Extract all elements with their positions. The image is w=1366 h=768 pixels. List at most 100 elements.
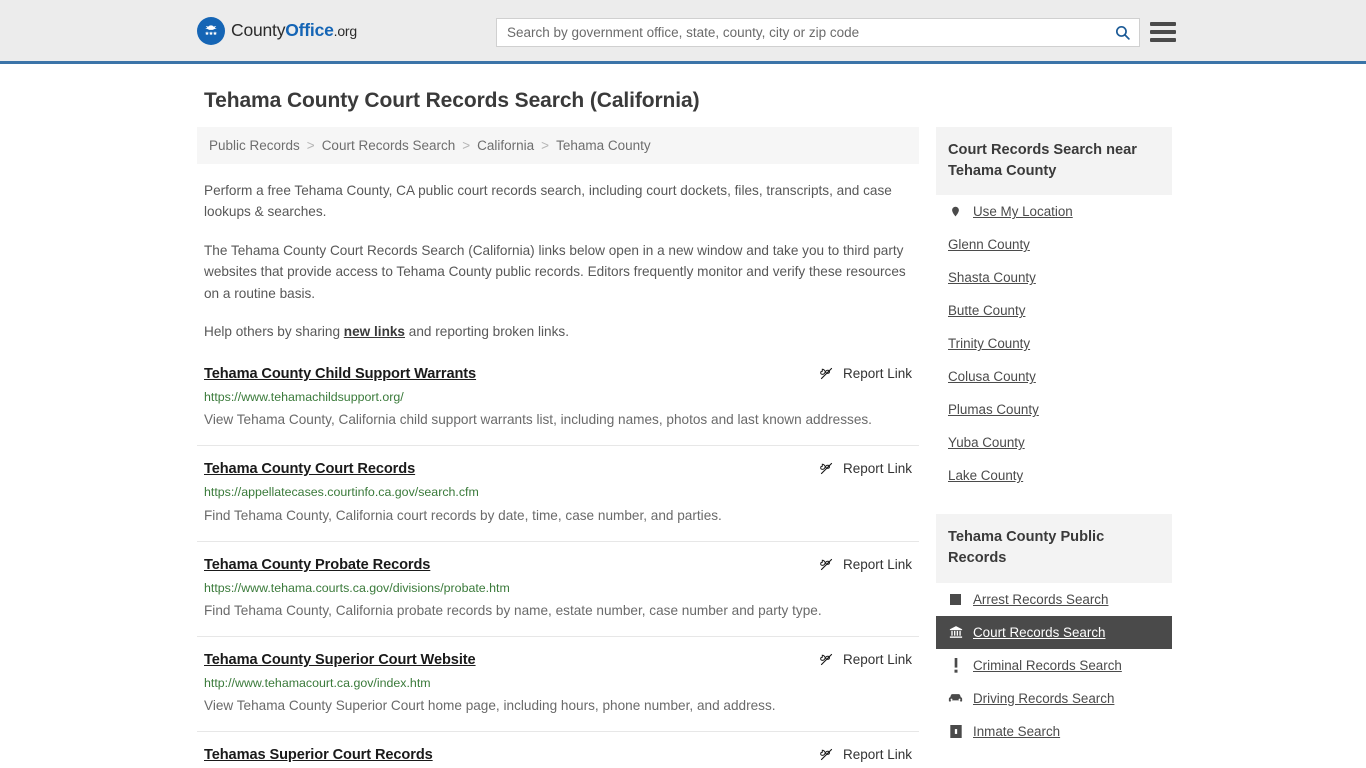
search-bar[interactable] (496, 18, 1140, 47)
sidebar-item-criminal-records-search[interactable]: Criminal Records Search (936, 649, 1172, 682)
report-link-button[interactable]: Report Link (819, 747, 912, 762)
sidebar-link-inmate-search[interactable]: Inmate Search (973, 724, 1060, 739)
logo-text-office: Office (285, 20, 333, 40)
breadcrumb-item-public-records[interactable]: Public Records (209, 138, 300, 153)
logo-text: CountyOffice.org (231, 20, 357, 41)
site-header: CountyOffice.org (0, 0, 1366, 64)
sidebar-item-driving-records-search[interactable]: Driving Records Search (936, 682, 1172, 715)
broken-link-icon (819, 366, 834, 381)
sidebar-link-shasta-county[interactable]: Shasta County (948, 270, 1036, 285)
public-records-panel-title: Tehama County Public Records (936, 514, 1172, 582)
sidebar-link-yuba-county[interactable]: Yuba County (948, 435, 1025, 450)
sidebar-link-criminal-records-search[interactable]: Criminal Records Search (973, 658, 1122, 673)
sidebar-link-lake-county[interactable]: Lake County (948, 468, 1023, 483)
sidebar-link-arrest-records-search[interactable]: Arrest Records Search (973, 592, 1108, 607)
result-header: Tehama County Probate Records Report Lin… (204, 556, 912, 574)
intro-paragraph-3: Help others by sharing new links and rep… (204, 321, 912, 342)
sidebar-item-arrest-records-search[interactable]: Arrest Records Search (936, 583, 1172, 616)
breadcrumb: Public Records > Court Records Search > … (197, 127, 919, 164)
intro-text: Perform a free Tehama County, CA public … (197, 180, 919, 343)
breadcrumb-separator: > (462, 138, 470, 153)
result-item: Tehama County Superior Court Website Rep… (197, 651, 919, 732)
result-url[interactable]: http://www.tehamacourt.ca.gov/index.htm (204, 675, 912, 691)
report-link-label: Report Link (843, 557, 912, 572)
report-link-button[interactable]: Report Link (819, 366, 912, 381)
sidebar-item-trinity-county[interactable]: Trinity County (936, 327, 1172, 360)
public-records-list: Arrest Records Search (936, 583, 1172, 748)
breadcrumb-item-california[interactable]: California (477, 138, 534, 153)
nearby-counties-panel: Court Records Search near Tehama County … (936, 127, 1172, 492)
sidebar-item-shasta-county[interactable]: Shasta County (936, 261, 1172, 294)
logo-text-county: County (231, 20, 285, 40)
map-pin-icon (948, 204, 963, 219)
sidebar-item-colusa-county[interactable]: Colusa County (936, 360, 1172, 393)
result-description: View Tehama County, California child sup… (204, 409, 912, 431)
sidebar-link-plumas-county[interactable]: Plumas County (948, 402, 1039, 417)
result-title-link[interactable]: Tehama County Probate Records (204, 556, 430, 574)
result-title-link[interactable]: Tehamas Superior Court Records (204, 746, 433, 764)
sidebar-link-court-records-search[interactable]: Court Records Search (973, 625, 1105, 640)
public-records-panel: Tehama County Public Records Arrest Reco… (936, 514, 1172, 747)
breadcrumb-item-court-records-search[interactable]: Court Records Search (322, 138, 456, 153)
jail-icon (948, 724, 963, 739)
report-link-button[interactable]: Report Link (819, 652, 912, 667)
main-column: Public Records > Court Records Search > … (197, 127, 919, 768)
breadcrumb-item-tehama-county[interactable]: Tehama County (556, 138, 651, 153)
intro-paragraph-1: Perform a free Tehama County, CA public … (204, 180, 912, 223)
site-logo[interactable]: CountyOffice.org (197, 17, 357, 45)
broken-link-icon (819, 461, 834, 476)
result-url[interactable]: https://www.tehamachildsupport.org/ (204, 389, 912, 405)
result-item: Tehama County Court Records Report Link (197, 460, 919, 541)
result-title-link[interactable]: Tehama County Child Support Warrants (204, 365, 476, 383)
sidebar-item-court-records-search[interactable]: Court Records Search (936, 616, 1172, 649)
search-input[interactable] (497, 19, 1105, 46)
hamburger-menu-icon[interactable] (1150, 19, 1176, 45)
breadcrumb-separator: > (307, 138, 315, 153)
result-header: Tehama County Superior Court Website Rep… (204, 651, 912, 669)
sidebar-item-use-my-location[interactable]: Use My Location (936, 195, 1172, 228)
nearby-panel-title: Court Records Search near Tehama County (936, 127, 1172, 195)
sidebar-link-use-my-location[interactable]: Use My Location (973, 204, 1073, 219)
result-url[interactable]: https://www.tehama.courts.ca.gov/divisio… (204, 580, 912, 596)
nearby-counties-list: Use My Location Glenn County Shasta Coun… (936, 195, 1172, 492)
breadcrumb-separator: > (541, 138, 549, 153)
sidebar-link-trinity-county[interactable]: Trinity County (948, 336, 1030, 351)
page-body: Tehama County Court Records Search (Cali… (0, 89, 1366, 768)
page-title: Tehama County Court Records Search (Cali… (204, 89, 1172, 113)
logo-text-org: .org (334, 23, 357, 39)
sidebar-link-driving-records-search[interactable]: Driving Records Search (973, 691, 1114, 706)
intro-p3-after: and reporting broken links. (405, 324, 569, 339)
eagle-shield-logo-icon (197, 17, 225, 45)
search-button[interactable] (1105, 19, 1139, 46)
new-links-link[interactable]: new links (344, 324, 405, 339)
car-icon (948, 691, 963, 706)
sidebar-link-butte-county[interactable]: Butte County (948, 303, 1025, 318)
result-header: Tehama County Court Records Report Link (204, 460, 912, 478)
report-link-button[interactable]: Report Link (819, 557, 912, 572)
sidebar-item-lake-county[interactable]: Lake County (936, 459, 1172, 492)
sidebar-link-colusa-county[interactable]: Colusa County (948, 369, 1036, 384)
sidebar-item-glenn-county[interactable]: Glenn County (936, 228, 1172, 261)
report-link-label: Report Link (843, 366, 912, 381)
result-item: Tehama County Child Support Warrants Rep… (197, 365, 919, 446)
result-item: Tehama County Probate Records Report Lin… (197, 556, 919, 637)
result-header: Tehama County Child Support Warrants Rep… (204, 365, 912, 383)
sidebar-item-yuba-county[interactable]: Yuba County (936, 426, 1172, 459)
sidebar-item-inmate-search[interactable]: Inmate Search (936, 715, 1172, 748)
sidebar-item-plumas-county[interactable]: Plumas County (936, 393, 1172, 426)
report-link-button[interactable]: Report Link (819, 461, 912, 476)
broken-link-icon (819, 652, 834, 667)
sidebar-item-butte-county[interactable]: Butte County (936, 294, 1172, 327)
result-title-link[interactable]: Tehama County Court Records (204, 460, 415, 478)
result-url[interactable]: https://appellatecases.courtinfo.ca.gov/… (204, 484, 912, 500)
result-description: Find Tehama County, California probate r… (204, 600, 912, 622)
sidebar: Court Records Search near Tehama County … (936, 127, 1172, 768)
report-link-label: Report Link (843, 747, 912, 762)
result-header: Tehamas Superior Court Records Report Li… (204, 746, 912, 764)
result-title-link[interactable]: Tehama County Superior Court Website (204, 651, 476, 669)
content-container: Tehama County Court Records Search (Cali… (197, 89, 1172, 768)
two-column-layout: Public Records > Court Records Search > … (197, 127, 1172, 768)
sidebar-link-glenn-county[interactable]: Glenn County (948, 237, 1030, 252)
intro-p3-before: Help others by sharing (204, 324, 344, 339)
report-link-label: Report Link (843, 652, 912, 667)
